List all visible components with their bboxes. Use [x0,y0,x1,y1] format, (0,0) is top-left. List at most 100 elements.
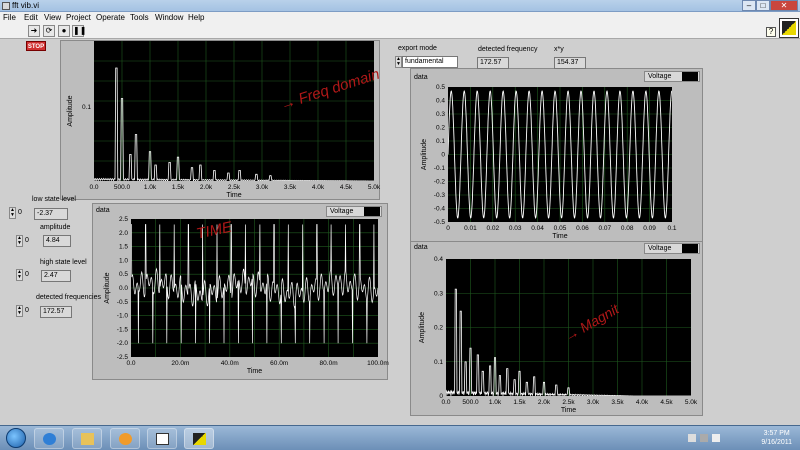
window-icon [156,433,169,445]
menu-view[interactable]: View [44,13,61,22]
labview-icon [193,433,206,445]
y-tick-label: -0.2 [434,179,446,186]
y-tick-label: 0.1 [82,104,91,111]
y-axis-label: Amplitude [421,139,428,170]
x-tick-label: 0.08 [621,225,634,232]
run-continuously-icon[interactable]: ⟳ [43,25,55,37]
y-tick-label: -0.5 [117,299,129,306]
menu-file[interactable]: File [3,13,16,22]
x-axis-label: Time [247,368,262,375]
x-axis-label: Time [226,192,241,199]
low-state-level-spin-value: 0 [18,209,22,216]
x-tick-label: 20.0m [171,360,189,367]
y-tick-label: 0.2 [436,125,445,132]
x-tick-label: 500.0 [462,399,479,406]
tray-volume-icon[interactable] [712,434,720,442]
clock-time: 3:57 PM [763,430,790,437]
y-tick-label: 0.3 [434,290,443,297]
tray-network-icon[interactable] [700,434,708,442]
y-tick-label: 0.2 [434,325,443,332]
y-tick-label: 0.1 [434,359,443,366]
export-mode-select[interactable]: fundamental [402,56,458,68]
menu-window[interactable]: Window [155,13,183,22]
folder-icon [81,433,94,445]
amplitude-field[interactable]: 4.84 [43,235,71,247]
minimize-button[interactable]: – [742,0,756,11]
maximize-button[interactable]: □ [756,0,770,11]
taskbar-ie[interactable] [34,428,64,449]
x-tick-label: 2.0k [538,399,551,406]
high-state-level-field[interactable]: 2.47 [41,270,71,282]
stop-button[interactable]: STOP [26,41,46,51]
menu-project[interactable]: Project [66,13,91,22]
x-tick-label: 0.06 [576,225,589,232]
y-tick-label: 0 [439,393,443,400]
y-axis-label: Amplitude [67,95,74,126]
menu-bar: File Edit View Project Operate Tools Win… [0,12,800,23]
taskbar-labview[interactable] [184,428,214,449]
y-tick-label: -0.4 [434,206,446,213]
x-tick-label: 0.0 [89,184,98,191]
x-tick-label: 40.0m [221,360,239,367]
taskbar-explorer[interactable] [72,428,102,449]
low-state-level-spinner[interactable]: ▲ ▼ [9,207,16,219]
menu-help[interactable]: Help [188,13,204,22]
high-state-level-spinner[interactable]: ▲ ▼ [16,269,23,281]
ie-icon [43,433,56,445]
x-axis-label: Time [552,233,567,240]
tray-flag-icon[interactable] [688,434,696,442]
clock-date: 9/16/2011 [761,439,792,446]
x-tick-label: 5.0k [685,399,698,406]
amplitude-spin-value: 0 [25,237,29,244]
x-tick-label: 0.05 [554,225,567,232]
export-mode-label: export mode [398,45,437,52]
detected-frequencies-spinner[interactable]: ▲ ▼ [16,305,23,317]
close-button[interactable]: ✕ [770,0,798,11]
magnitude-graph: data Voltage 0.0 500.0 1.0k 1.5k 2.0k 2.5k 3.0… [410,241,703,416]
y-tick-label: 1.5 [119,244,128,251]
app-icon [2,2,10,10]
x-axis-label: Time [561,407,576,414]
start-button[interactable] [6,428,26,448]
x-tick-label: 500.0 [114,184,131,191]
time-graph: data Voltage 0.0 20.0m 40.0m 60.0m 80.0m 100.… [92,203,389,380]
y-tick-label: 2.0 [119,230,128,237]
x-tick-label: 1.5k [513,399,526,406]
x-tick-label: 3.5k [284,184,297,191]
taskbar-media[interactable] [110,428,140,449]
menu-edit[interactable]: Edit [24,13,38,22]
amplitude-spinner[interactable]: ▲ ▼ [16,235,23,247]
y-tick-label: -2.5 [117,354,129,361]
taskbar-window[interactable] [147,428,177,449]
run-arrow-icon[interactable]: ➜ [28,25,40,37]
taskbar: 3:57 PM 9/16/2011 [0,425,800,450]
menu-tools[interactable]: Tools [130,13,149,22]
x-tick-label: 80.0m [320,360,338,367]
detected-frequencies-spin-value: 0 [25,307,29,314]
help-button[interactable]: ? [766,27,776,37]
x-tick-label: 0.0 [126,360,135,367]
x-tick-label: 2.5k [228,184,241,191]
x-tick-label: 5.0k [368,184,381,191]
menu-operate[interactable]: Operate [96,13,125,22]
x-tick-label: 3.0k [587,399,600,406]
export-mode-spinner[interactable]: ▲ ▼ [395,56,402,68]
y-tick-label: 0.5 [119,271,128,278]
x-tick-label: 1.0k [144,184,157,191]
xy-label: x*y [554,46,564,53]
y-tick-label: 0.3 [436,111,445,118]
y-axis-label: Amplitude [104,272,111,303]
x-tick-label: 0.01 [464,225,477,232]
y-tick-label: 0 [441,152,445,159]
x-tick-label: 0.1 [667,225,676,232]
x-tick-label: 1.5k [172,184,185,191]
y-tick-label: 0.0 [119,285,128,292]
clock[interactable]: 3:57 PM 9/16/2011 [761,429,792,447]
abort-icon[interactable]: ● [58,25,70,37]
x-tick-label: 0 [446,225,450,232]
low-state-level-field[interactable]: -2.37 [34,208,68,220]
pause-icon[interactable]: ❚❚ [72,25,86,37]
detected-frequencies-label: detected frequencies [36,294,101,301]
x-tick-label: 3.0k [256,184,269,191]
x-tick-label: 1.0k [489,399,502,406]
